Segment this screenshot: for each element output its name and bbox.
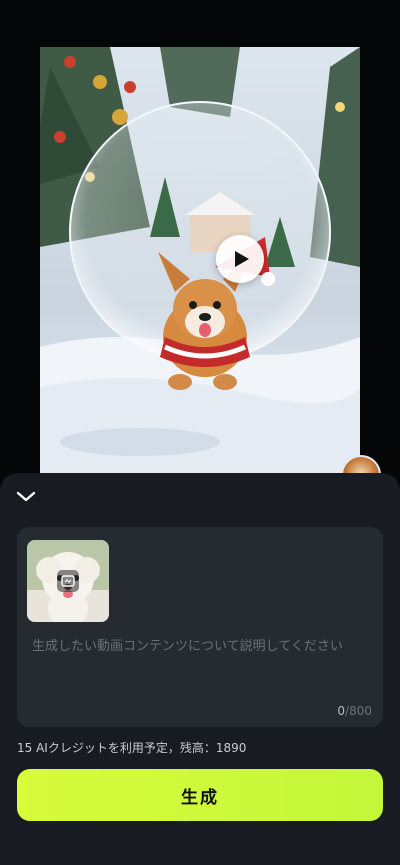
prompt-card: 0/800 [17,527,383,727]
play-button[interactable] [216,235,264,283]
video-preview[interactable] [40,47,360,475]
character-count: 0 [337,704,346,718]
replace-image-icon [61,575,75,587]
reference-image[interactable] [27,540,109,622]
play-icon [234,251,249,267]
prompt-input[interactable] [32,637,372,697]
character-counter: 0/800 [337,704,372,718]
credits-info: 15 AIクレジットを利用予定，残高：1890 [17,741,247,755]
preview-image [40,47,360,475]
generate-button[interactable]: 生成 [17,769,383,821]
replace-image-button[interactable] [57,570,79,592]
collapse-button[interactable] [14,485,38,509]
character-max: /800 [345,704,372,718]
generation-sheet: 0/800 15 AIクレジットを利用予定，残高：1890 生成 [0,473,400,865]
chevron-down-icon [16,491,36,502]
